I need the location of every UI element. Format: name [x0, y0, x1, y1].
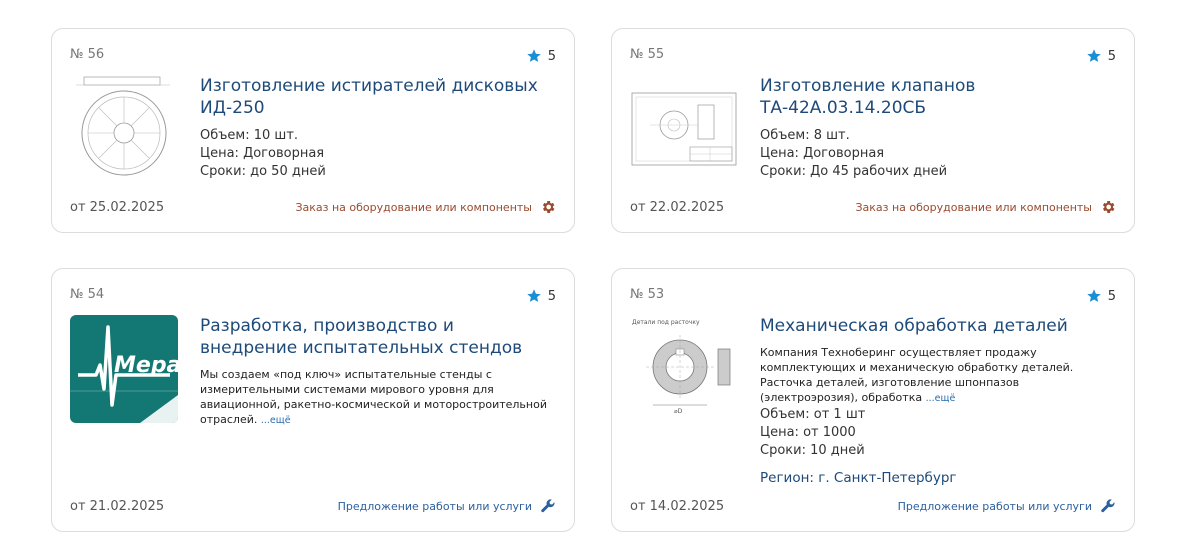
listing-title[interactable]: Изготовление клапанов ТА-42А.03.14.20СБ	[760, 75, 1116, 119]
valve-drawing-image	[630, 75, 738, 183]
gear-icon	[1102, 201, 1115, 213]
rating: 5	[526, 288, 556, 304]
listing-date: от 14.02.2025	[630, 499, 725, 514]
listing-date: от 25.02.2025	[70, 200, 165, 215]
category-text: Заказ на оборудование или компоненты	[295, 200, 532, 214]
listing-number: № 56	[70, 47, 105, 62]
category-label[interactable]: Предложение работы или услуги	[338, 498, 556, 514]
terms: Сроки: До 45 рабочих дней	[760, 164, 948, 179]
rating-value: 5	[1107, 288, 1116, 304]
listing-card[interactable]: № 54 5 Мера Разработка, производство и в…	[51, 268, 575, 532]
volume: Объем: 10 шт.	[200, 128, 299, 143]
terms: Сроки: 10 дней	[760, 443, 865, 458]
part-drawing-image: Детали под расточку ⌀D	[630, 315, 738, 423]
listing-number: № 54	[70, 287, 105, 302]
rating: 5	[1086, 48, 1116, 64]
category-text: Заказ на оборудование или компоненты	[855, 200, 1092, 214]
rating: 5	[1086, 288, 1116, 304]
wrench-icon	[1101, 499, 1115, 513]
wrench-icon	[541, 499, 555, 513]
listing-title[interactable]: Разработка, производство и внедрение исп…	[200, 315, 556, 359]
rating-value: 5	[547, 48, 556, 64]
star-icon	[1087, 49, 1101, 62]
category-label[interactable]: Заказ на оборудование или компоненты	[295, 199, 556, 215]
listing-card[interactable]: № 56 5 Изготовление истирателей дисковых…	[51, 28, 575, 233]
listing-date: от 22.02.2025	[630, 200, 725, 215]
logo-text: Мера	[114, 353, 178, 378]
listing-date: от 21.02.2025	[70, 499, 165, 514]
price: Цена: Договорная	[200, 146, 325, 161]
listing-title[interactable]: Изготовление истирателей дисковых ИД-250	[200, 75, 556, 119]
terms: Сроки: до 50 дней	[200, 164, 326, 179]
disk-drawing-image	[70, 75, 178, 183]
listing-card[interactable]: № 55 5 Изготовление клапанов ТА-42А.03.1…	[611, 28, 1135, 233]
volume: Объем: 8 шт.	[760, 128, 850, 143]
listing-title[interactable]: Механическая обработка деталей	[760, 315, 1116, 337]
star-icon	[1087, 289, 1101, 302]
price: Цена: от 1000	[760, 425, 856, 440]
drawing-caption: Детали под расточку	[632, 319, 700, 326]
listing-description: Мы создаем «под ключ» испытательные стен…	[200, 367, 556, 428]
rating: 5	[526, 48, 556, 64]
region: Регион: г. Санкт-Петербург	[760, 470, 957, 486]
star-icon	[527, 49, 541, 62]
category-text: Предложение работы или услуги	[897, 499, 1092, 513]
volume: Объем: от 1 шт	[760, 407, 866, 422]
listing-description: Компания Техноберинг осуществляет продаж…	[760, 345, 1116, 406]
gear-icon	[542, 201, 555, 213]
category-label[interactable]: Заказ на оборудование или компоненты	[855, 199, 1116, 215]
category-text: Предложение работы или услуги	[337, 499, 532, 513]
svg-text:⌀D: ⌀D	[674, 408, 683, 415]
rating-value: 5	[547, 288, 556, 304]
description-text: Мы создаем «под ключ» испытательные стен…	[200, 368, 547, 426]
mera-logo: Мера	[70, 315, 178, 423]
listing-number: № 53	[630, 287, 665, 302]
listing-card[interactable]: № 53 5 Детали под расточку ⌀D Механическ…	[611, 268, 1135, 532]
read-more-link[interactable]: ...ещё	[926, 393, 956, 404]
category-label[interactable]: Предложение работы или услуги	[898, 498, 1116, 514]
star-icon	[527, 289, 541, 302]
read-more-link[interactable]: ...ещё	[261, 415, 291, 426]
rating-value: 5	[1107, 48, 1116, 64]
price: Цена: Договорная	[760, 146, 885, 161]
listing-number: № 55	[630, 47, 665, 62]
description-text: Компания Техноберинг осуществляет продаж…	[760, 346, 1074, 404]
